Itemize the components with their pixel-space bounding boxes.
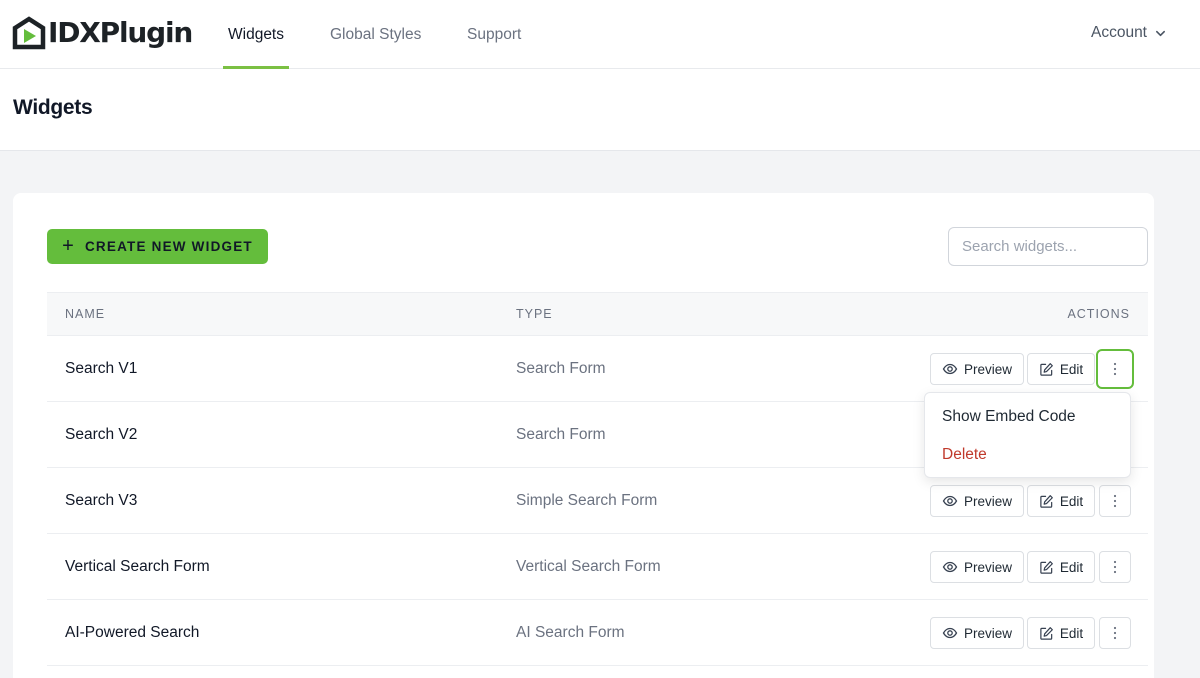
eye-icon (942, 363, 958, 375)
search-input[interactable] (948, 227, 1148, 266)
preview-label: Preview (963, 361, 1012, 377)
delete-item[interactable]: Delete (942, 446, 987, 464)
edit-button[interactable]: Edit (1027, 353, 1095, 385)
eye-icon (942, 495, 958, 507)
edit-icon (1040, 494, 1053, 508)
edit-icon (1040, 626, 1053, 640)
more-actions-button[interactable] (1099, 617, 1131, 649)
widget-type: Vertical Search Form (516, 558, 661, 575)
more-actions-button[interactable] (1099, 551, 1131, 583)
more-vertical-icon (1113, 626, 1117, 640)
logo[interactable]: IDXPlugin (12, 13, 193, 53)
actions-dropdown: Show Embed Code Delete (924, 392, 1131, 478)
edit-icon (1040, 560, 1053, 574)
more-actions-button[interactable] (1096, 349, 1134, 389)
page-header: Widgets (0, 69, 1200, 151)
column-header-actions: ACTIONS (1067, 307, 1130, 321)
widget-name: Search V2 (65, 426, 138, 443)
more-actions-button[interactable] (1099, 485, 1131, 517)
chevron-down-icon (1156, 30, 1165, 36)
plus-icon: + (62, 234, 75, 257)
preview-label: Preview (963, 559, 1012, 575)
tab-support[interactable]: Support (467, 0, 521, 69)
widget-name: Search V1 (65, 360, 138, 377)
widget-name: AI-Powered Search (65, 624, 200, 641)
account-menu[interactable]: Account (1091, 0, 1166, 66)
create-widget-label: CREATE NEW WIDGET (84, 239, 253, 254)
preview-button[interactable]: Preview (930, 353, 1024, 385)
top-nav: IDXPlugin Widgets Global Styles Support … (0, 0, 1200, 69)
table-row: AI-Powered Search AI Search Form Preview… (47, 600, 1148, 666)
widget-type: Simple Search Form (516, 492, 658, 509)
logo-icon (12, 16, 46, 50)
preview-button[interactable]: Preview (930, 551, 1024, 583)
page-title: Widgets (13, 96, 93, 119)
more-vertical-icon (1113, 494, 1117, 508)
more-vertical-icon (1113, 560, 1117, 574)
more-vertical-icon (1113, 362, 1117, 376)
edit-label: Edit (1059, 361, 1084, 377)
edit-label: Edit (1059, 493, 1084, 509)
widget-type: Search Form (516, 360, 606, 377)
table-row: Vertical Search Form Vertical Search For… (47, 534, 1148, 600)
edit-label: Edit (1059, 559, 1084, 575)
column-header-type: TYPE (516, 307, 553, 321)
widget-type: AI Search Form (516, 624, 625, 641)
edit-button[interactable]: Edit (1027, 485, 1095, 517)
show-embed-code-item[interactable]: Show Embed Code (942, 408, 1076, 426)
eye-icon (942, 561, 958, 573)
account-label: Account (1090, 24, 1147, 41)
edit-label: Edit (1059, 625, 1084, 641)
column-header-name: NAME (65, 307, 106, 321)
eye-icon (942, 627, 958, 639)
preview-button[interactable]: Preview (930, 617, 1024, 649)
edit-button[interactable]: Edit (1027, 551, 1095, 583)
tab-widgets[interactable]: Widgets (223, 0, 289, 69)
logo-text: IDXPlugin (48, 16, 193, 49)
preview-button[interactable]: Preview (930, 485, 1024, 517)
create-widget-button[interactable]: + CREATE NEW WIDGET (47, 229, 268, 264)
widget-type: Search Form (516, 426, 606, 443)
preview-label: Preview (963, 493, 1012, 509)
widget-name: Vertical Search Form (65, 558, 210, 575)
tab-global-styles[interactable]: Global Styles (330, 0, 421, 69)
table-header: NAME TYPE ACTIONS (47, 292, 1148, 336)
edit-icon (1040, 362, 1053, 376)
widget-name: Search V3 (65, 492, 138, 509)
edit-button[interactable]: Edit (1027, 617, 1095, 649)
preview-label: Preview (963, 625, 1012, 641)
